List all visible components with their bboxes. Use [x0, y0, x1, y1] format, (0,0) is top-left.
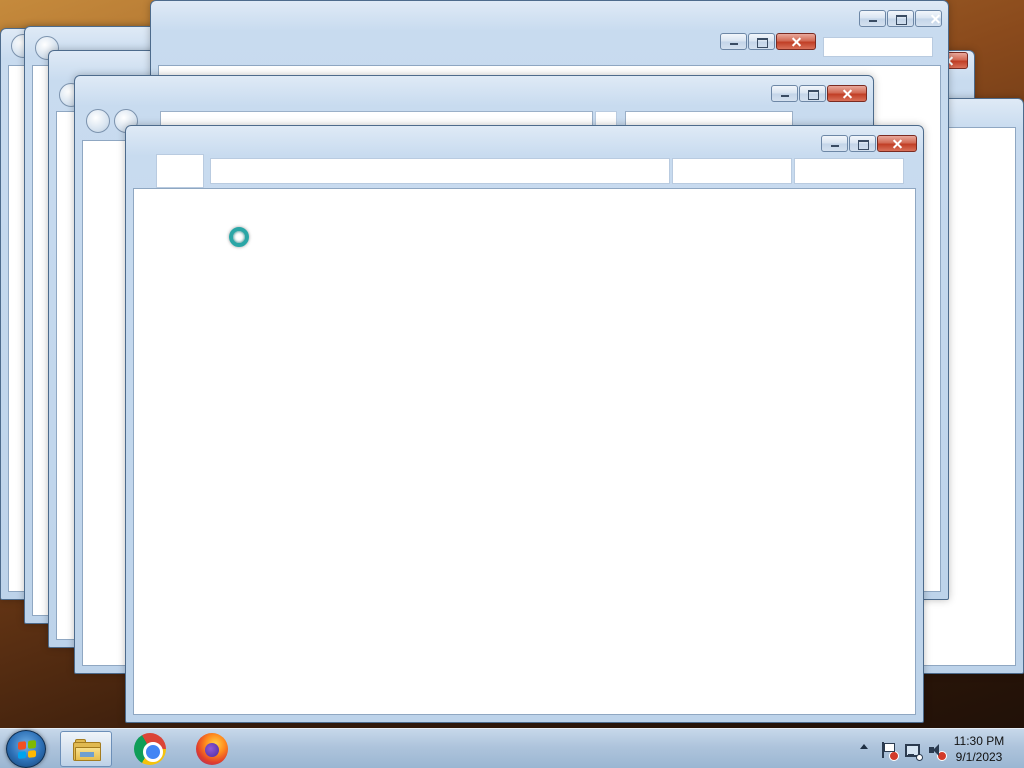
- desktop: [0, 0, 1024, 728]
- network-icon[interactable]: [904, 742, 923, 761]
- taskbar-explorer-button[interactable]: [60, 731, 112, 767]
- close-button[interactable]: [827, 85, 867, 102]
- taskbar-chrome-button[interactable]: [124, 731, 176, 767]
- minimize-button[interactable]: [859, 10, 886, 27]
- minimize-button[interactable]: [821, 135, 848, 152]
- taskbar-firefox-button[interactable]: [186, 731, 238, 767]
- clock-date: 9/1/2023: [955, 750, 1003, 764]
- maximize-button[interactable]: [849, 135, 876, 152]
- minimize-button[interactable]: [720, 33, 747, 50]
- caption-buttons: [821, 135, 917, 152]
- address-bar[interactable]: [210, 158, 670, 184]
- firefox-icon: [196, 733, 228, 765]
- system-tray: 11:30 PM 9/1/2023: [834, 729, 1024, 768]
- clock-time: 11:30 PM: [953, 734, 1005, 748]
- toolbar-left-box[interactable]: [156, 154, 204, 188]
- maximize-button[interactable]: [887, 10, 914, 27]
- show-hidden-icons-arrow[interactable]: [860, 744, 868, 749]
- back-button[interactable]: [86, 109, 110, 133]
- close-button[interactable]: [877, 135, 917, 152]
- busy-cursor-icon: [229, 227, 249, 247]
- toolbar-right-box[interactable]: [794, 158, 904, 184]
- window-1[interactable]: [125, 125, 924, 723]
- close-button[interactable]: [776, 33, 816, 50]
- content-area: [133, 188, 916, 715]
- clock[interactable]: 11:30 PM 9/1/2023: [944, 733, 1014, 765]
- search-field[interactable]: [823, 37, 933, 57]
- taskbar: 11:30 PM 9/1/2023: [0, 728, 1024, 768]
- start-button[interactable]: [6, 730, 46, 768]
- search-field[interactable]: [672, 158, 792, 184]
- volume-muted-icon[interactable]: [928, 742, 947, 761]
- chrome-icon: [134, 733, 166, 765]
- close-button[interactable]: [915, 10, 942, 27]
- caption-buttons: [720, 33, 816, 50]
- windows-logo-icon: [18, 740, 36, 759]
- maximize-button[interactable]: [748, 33, 775, 50]
- caption-buttons: [859, 10, 942, 27]
- folder-icon: [73, 739, 101, 761]
- action-center-flag-icon[interactable]: [880, 742, 899, 761]
